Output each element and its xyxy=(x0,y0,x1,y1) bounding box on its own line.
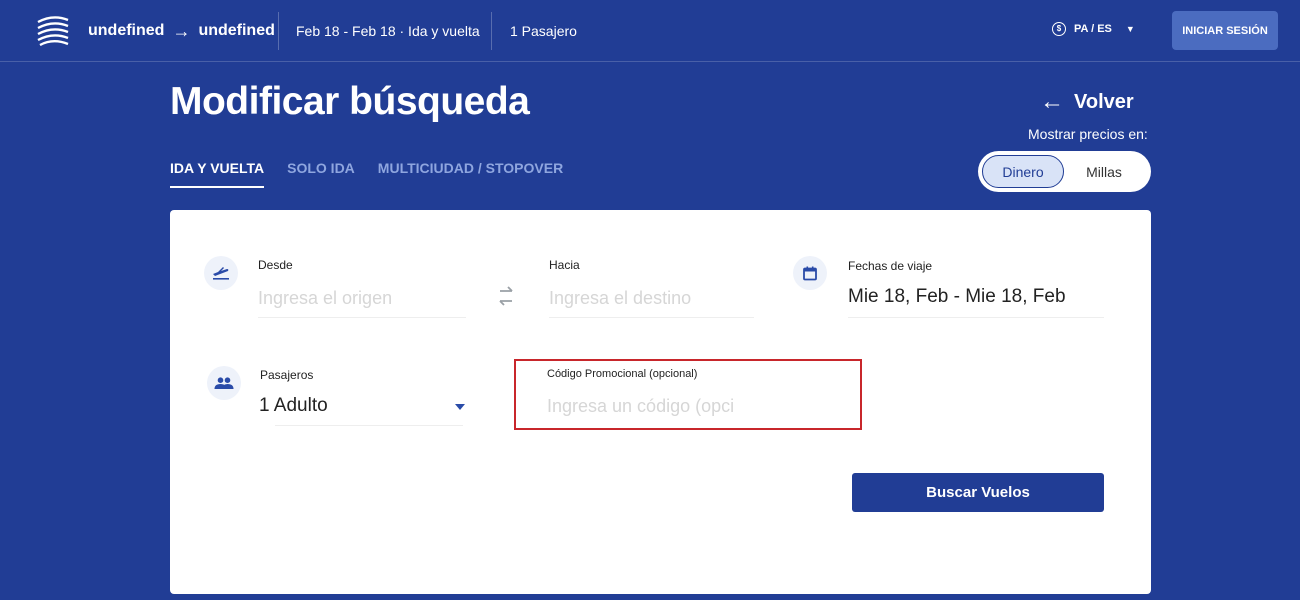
origin-code: undefined xyxy=(88,22,165,39)
destination-label: Hacia xyxy=(549,258,580,272)
calendar-icon xyxy=(793,256,827,290)
destination-input[interactable] xyxy=(549,286,754,318)
trip-type-tabs: IDA Y VUELTA SOLO IDA MULTICIUDAD / STOP… xyxy=(170,160,563,188)
tab-multicity[interactable]: MULTICIUDAD / STOPOVER xyxy=(378,160,563,188)
prices-label: Mostrar precios en: xyxy=(1028,126,1148,142)
airline-logo-icon[interactable] xyxy=(36,16,70,46)
back-button[interactable]: ← Volver xyxy=(1040,90,1134,114)
passengers-icon xyxy=(207,366,241,400)
search-flights-button[interactable]: Buscar Vuelos xyxy=(852,473,1104,512)
arrow-left-icon: ← xyxy=(1040,88,1064,115)
promo-highlight-box xyxy=(514,359,862,430)
chevron-down-icon: ▼ xyxy=(1125,24,1135,34)
locale-selector[interactable]: $ PA / ES ▼ xyxy=(1052,22,1135,36)
currency-option-dinero[interactable]: Dinero xyxy=(982,155,1064,188)
origin-input[interactable] xyxy=(258,286,466,318)
chevron-down-icon[interactable] xyxy=(455,404,465,410)
page-title: Modificar búsqueda xyxy=(170,80,530,123)
arrow-right-icon: → xyxy=(172,21,191,41)
passengers-label: Pasajeros xyxy=(260,368,314,382)
plane-takeoff-icon xyxy=(204,256,238,290)
origin-label: Desde xyxy=(258,258,293,272)
search-card: Desde Hacia Fechas de viaje Mie 18, Feb … xyxy=(170,210,1151,594)
back-label: Volver xyxy=(1074,90,1134,113)
route-summary[interactable]: undefined → undefined xyxy=(88,20,275,42)
divider xyxy=(491,12,492,50)
locale-label: PA / ES xyxy=(1074,23,1112,35)
currency-toggle: Dinero Millas xyxy=(978,151,1151,192)
top-bar: undefined → undefined Feb 18 - Feb 18 · … xyxy=(0,0,1300,62)
passengers-underline xyxy=(275,425,463,426)
passengers-select[interactable]: 1 Adulto xyxy=(259,395,328,417)
destination-code: undefined xyxy=(198,22,275,39)
currency-icon: $ xyxy=(1052,22,1066,36)
login-button[interactable]: INICIAR SESIÓN xyxy=(1172,11,1278,50)
trip-summary[interactable]: Feb 18 - Feb 18 · Ida y vuelta xyxy=(296,23,480,39)
dates-underline xyxy=(848,317,1104,318)
passenger-summary[interactable]: 1 Pasajero xyxy=(510,23,577,39)
tab-one-way[interactable]: SOLO IDA xyxy=(287,160,355,188)
currency-option-millas[interactable]: Millas xyxy=(1064,155,1144,188)
tab-round-trip[interactable]: IDA Y VUELTA xyxy=(170,160,265,188)
divider xyxy=(278,12,279,50)
swap-icon[interactable] xyxy=(496,284,516,308)
dates-value[interactable]: Mie 18, Feb - Mie 18, Feb xyxy=(848,286,1066,308)
dates-label: Fechas de viaje xyxy=(848,259,933,273)
